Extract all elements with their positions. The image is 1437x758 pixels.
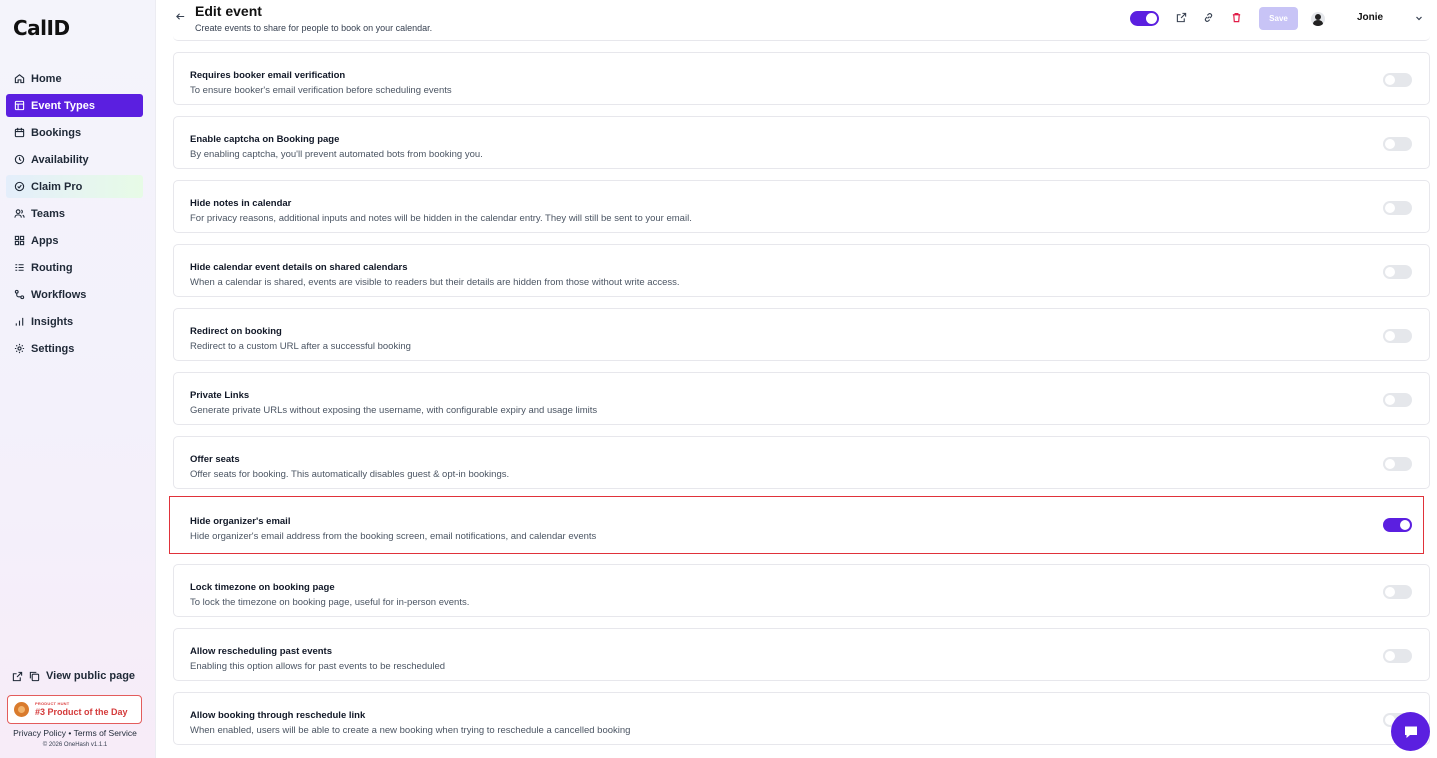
previous-card-edge — [173, 0, 1430, 41]
list-icon — [13, 262, 25, 274]
sidebar-item-insights[interactable]: Insights — [6, 310, 143, 333]
sidebar-item-event-types[interactable]: Event Types — [6, 94, 143, 117]
sidebar-item-availability[interactable]: Availability — [6, 148, 143, 171]
setting-title: Requires booker email verification — [190, 70, 346, 81]
setting-card-highlighted: Hide organizer's email Hide organizer's … — [169, 496, 1424, 554]
setting-description: By enabling captcha, you'll prevent auto… — [190, 149, 483, 160]
users-icon — [13, 208, 25, 220]
chat-support-button[interactable] — [1391, 712, 1430, 751]
setting-description: Generate private URLs without exposing t… — [190, 405, 598, 416]
view-public-page-link[interactable]: View public page — [12, 670, 135, 682]
sidebar-item-label: Apps — [31, 234, 59, 247]
sidebar-item-claim-pro[interactable]: Claim Pro — [6, 175, 143, 198]
setting-toggle[interactable] — [1383, 73, 1412, 87]
setting-title: Enable captcha on Booking page — [190, 134, 340, 145]
sidebar-item-label: Routing — [31, 261, 73, 274]
setting-toggle[interactable] — [1383, 201, 1412, 215]
sidebar-item-label: Availability — [31, 153, 89, 166]
sidebar-item-label: Bookings — [31, 126, 82, 139]
view-public-page-label: View public page — [46, 670, 136, 682]
sidebar: CalID Home Event Types Bookings Availabi… — [0, 0, 156, 758]
footer-links[interactable]: Privacy Policy • Terms of Service — [0, 728, 150, 738]
setting-toggle[interactable] — [1383, 329, 1412, 343]
setting-description: When enabled, users will be able to crea… — [190, 725, 631, 736]
setting-toggle[interactable] — [1383, 457, 1412, 471]
product-hunt-rank: #3 Product of the Day — [35, 707, 128, 717]
sidebar-item-label: Teams — [31, 207, 66, 220]
copy-icon — [29, 671, 40, 681]
setting-title: Private Links — [190, 390, 250, 401]
home-icon — [13, 73, 25, 85]
grid-icon — [13, 235, 25, 247]
sidebar-item-label: Event Types — [31, 99, 95, 112]
setting-card: Private Links Generate private URLs with… — [173, 372, 1430, 425]
setting-description: To lock the timezone on booking page, us… — [190, 597, 470, 608]
sidebar-item-workflows[interactable]: Workflows — [6, 283, 143, 306]
workflow-icon — [13, 289, 25, 301]
setting-card: Lock timezone on booking page To lock th… — [173, 564, 1430, 617]
sidebar-item-apps[interactable]: Apps — [6, 229, 143, 252]
external-link-icon — [12, 671, 23, 681]
sidebar-nav: Home Event Types Bookings Availability C… — [6, 67, 143, 364]
event-types-icon — [13, 100, 25, 112]
setting-description: Redirect to a custom URL after a success… — [190, 341, 411, 352]
sidebar-item-home[interactable]: Home — [6, 67, 143, 90]
copyright: © 2026 OneHash v1.1.1 — [42, 742, 108, 748]
setting-card: Redirect on booking Redirect to a custom… — [173, 308, 1430, 361]
setting-title: Redirect on booking — [190, 326, 282, 337]
calendar-icon — [13, 127, 25, 139]
setting-toggle[interactable] — [1383, 137, 1412, 151]
clock-icon — [13, 154, 25, 166]
setting-description: Offer seats for booking. This automatica… — [190, 469, 510, 480]
setting-title: Allow booking through reschedule link — [190, 710, 366, 721]
setting-toggle[interactable] — [1383, 518, 1412, 532]
setting-title: Lock timezone on booking page — [190, 582, 335, 593]
sidebar-item-routing[interactable]: Routing — [6, 256, 143, 279]
setting-title: Allow rescheduling past events — [190, 646, 333, 657]
setting-title: Offer seats — [190, 454, 240, 465]
bar-chart-icon — [13, 316, 25, 328]
setting-card: Hide notes in calendar For privacy reaso… — [173, 180, 1430, 233]
sidebar-item-label: Settings — [31, 342, 75, 355]
setting-description: When a calendar is shared, events are vi… — [190, 277, 680, 288]
setting-title: Hide notes in calendar — [190, 198, 292, 209]
setting-card: Allow booking through reschedule link Wh… — [173, 692, 1430, 745]
setting-toggle[interactable] — [1383, 393, 1412, 407]
setting-description: For privacy reasons, additional inputs a… — [190, 213, 692, 224]
setting-toggle[interactable] — [1383, 649, 1412, 663]
setting-toggle[interactable] — [1383, 585, 1412, 599]
setting-card: Requires booker email verification To en… — [173, 52, 1430, 105]
sidebar-item-bookings[interactable]: Bookings — [6, 121, 143, 144]
gear-icon — [13, 343, 25, 355]
medal-icon — [14, 702, 29, 717]
setting-description: To ensure booker's email verification be… — [190, 85, 452, 96]
setting-card: Enable captcha on Booking page By enabli… — [173, 116, 1430, 169]
setting-card: Allow rescheduling past events Enabling … — [173, 628, 1430, 681]
setting-card: Hide calendar event details on shared ca… — [173, 244, 1430, 297]
setting-card: Offer seats Offer seats for booking. Thi… — [173, 436, 1430, 489]
sidebar-item-label: Insights — [31, 315, 74, 328]
sidebar-item-teams[interactable]: Teams — [6, 202, 143, 225]
sidebar-item-label: Home — [31, 72, 62, 85]
product-hunt-label: PRODUCT HUNT — [35, 701, 70, 706]
setting-toggle[interactable] — [1383, 265, 1412, 279]
setting-title: Hide organizer's email — [190, 516, 291, 527]
sidebar-item-label: Claim Pro — [31, 180, 83, 193]
app-logo[interactable]: CalID — [13, 16, 70, 40]
badge-icon — [13, 181, 25, 193]
setting-description: Hide organizer's email address from the … — [190, 531, 597, 542]
product-hunt-badge[interactable]: PRODUCT HUNT #3 Product of the Day — [7, 695, 142, 724]
setting-title: Hide calendar event details on shared ca… — [190, 262, 408, 273]
setting-description: Enabling this option allows for past eve… — [190, 661, 446, 672]
sidebar-item-settings[interactable]: Settings — [6, 337, 143, 360]
sidebar-item-label: Workflows — [31, 288, 87, 301]
chat-icon — [1404, 726, 1417, 738]
